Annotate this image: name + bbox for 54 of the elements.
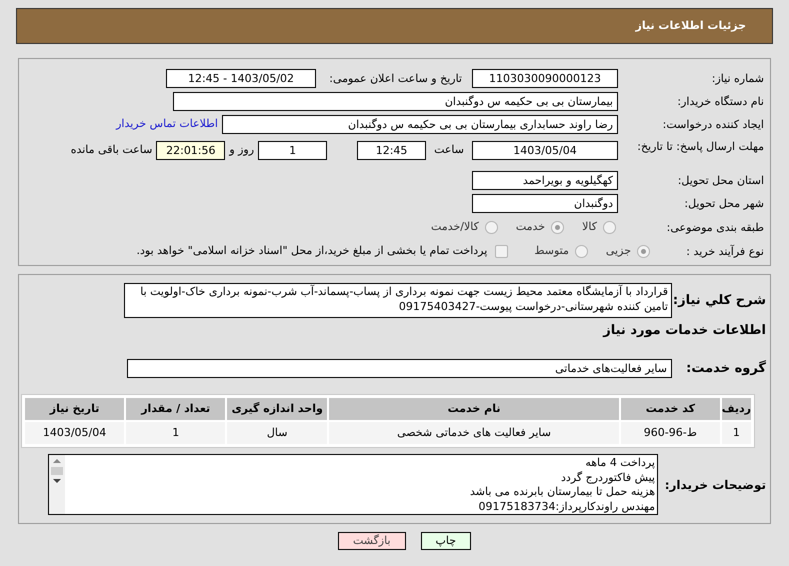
field-label: توضیحات خریدار:: [664, 476, 767, 494]
note-line: مهندس راوندکارپرداز:09175183734: [478, 500, 655, 514]
option-label: جزیی: [606, 242, 631, 259]
table-cell: سال: [227, 422, 328, 444]
field-label: طبقه بندی موضوعی:: [666, 220, 765, 234]
column-header: واحد اندازه گیری: [227, 398, 328, 420]
input-field: 1403/05/02 - 12:45: [166, 69, 316, 88]
column-header: تاریخ نیاز: [25, 398, 124, 420]
field-label: ایجاد کننده درخواست:: [662, 117, 765, 132]
column-header: ردیف: [722, 398, 751, 420]
input-field: رضا راوند حسابداری بیمارستان بی بی حکیمه س دوگنبدان: [222, 115, 618, 134]
input-field: 12:45: [357, 141, 426, 160]
field-label: نوع فرآیند خرید :: [685, 244, 765, 258]
page-title: جزئیات اطلاعات نیاز: [636, 18, 746, 34]
table-cell: 1: [126, 422, 226, 444]
option-label: متوسط: [534, 242, 569, 259]
section-heading: اطلاعات خدمات مورد نياز: [603, 322, 767, 340]
countdown-field: 22:01:56: [156, 141, 226, 160]
note-line: هزینه حمل تا بیمارستان بابرنده می باشد: [470, 485, 655, 500]
column-header: تعداد / مقدار: [126, 398, 226, 420]
checkbox-label: پرداخت تمام یا بخشی از مبلغ خرید،از محل "اسناد خزانه اسلامی" خواهد بود.: [136, 242, 488, 259]
input-field: 1: [258, 141, 328, 160]
table-cell: ط-96-960: [620, 422, 720, 444]
field-label: شرح کلي نياز:: [672, 292, 767, 310]
back-button[interactable]: بازگشت: [338, 532, 406, 550]
option-label: کالا/خدمت: [431, 218, 479, 235]
input-field: سایر فعالیت‌های خدماتی: [127, 358, 672, 378]
table-cell: 1403/05/04: [25, 422, 124, 444]
input-field: دوگنبدان: [472, 194, 618, 213]
note-line: پیش فاکتوردرج گردد: [561, 470, 655, 485]
input-field: 1403/05/04: [472, 141, 618, 160]
field-label: مهلت ارسال پاسخ: تا تاریخ:: [636, 139, 765, 154]
field-label: شهر محل تحویل:: [683, 196, 765, 211]
option-label: کالا: [582, 218, 597, 235]
field-label: نام دستگاه خریدار:: [676, 94, 765, 109]
field-label: روز و: [229, 142, 254, 158]
column-header: کد خدمت: [620, 398, 720, 420]
contact-link[interactable]: اطلاعات تماس خریدار: [116, 116, 218, 133]
field-label: ساعت باقی مانده: [70, 142, 152, 158]
table-cell: سایر فعالیت های خدماتی شخصی: [329, 422, 619, 444]
print-button[interactable]: چاپ: [420, 532, 472, 550]
field-label: استان محل تحویل:: [676, 172, 765, 188]
column-header: نام خدمت: [329, 398, 619, 420]
field-label: گروه خدمت:: [685, 359, 767, 378]
option-label: خدمت: [516, 218, 546, 235]
input-field: 1103030090000123: [472, 69, 618, 88]
field-label: تاریخ و ساعت اعلان عمومی:: [328, 71, 463, 86]
note-line: پرداخت 4 ماهه: [585, 456, 655, 470]
table-cell: 1: [722, 422, 751, 444]
field-label: شماره نیاز:: [710, 71, 765, 86]
input-field: کهگیلویه و بویراحمد: [472, 170, 618, 190]
description-textarea: قرارداد با آزمایشگاه معتمد محیط زیست جهت نمونه برداری از پساب-پسماند-آب شرب-نمونه برداری خاک-اولویت با تامین کننده شهرستانی-درخواست پیوست-09175403427: [124, 283, 672, 318]
input-field: بیمارستان بی بی حکیمه س دوگنبدان: [173, 92, 618, 111]
field-label: ساعت: [434, 142, 464, 158]
